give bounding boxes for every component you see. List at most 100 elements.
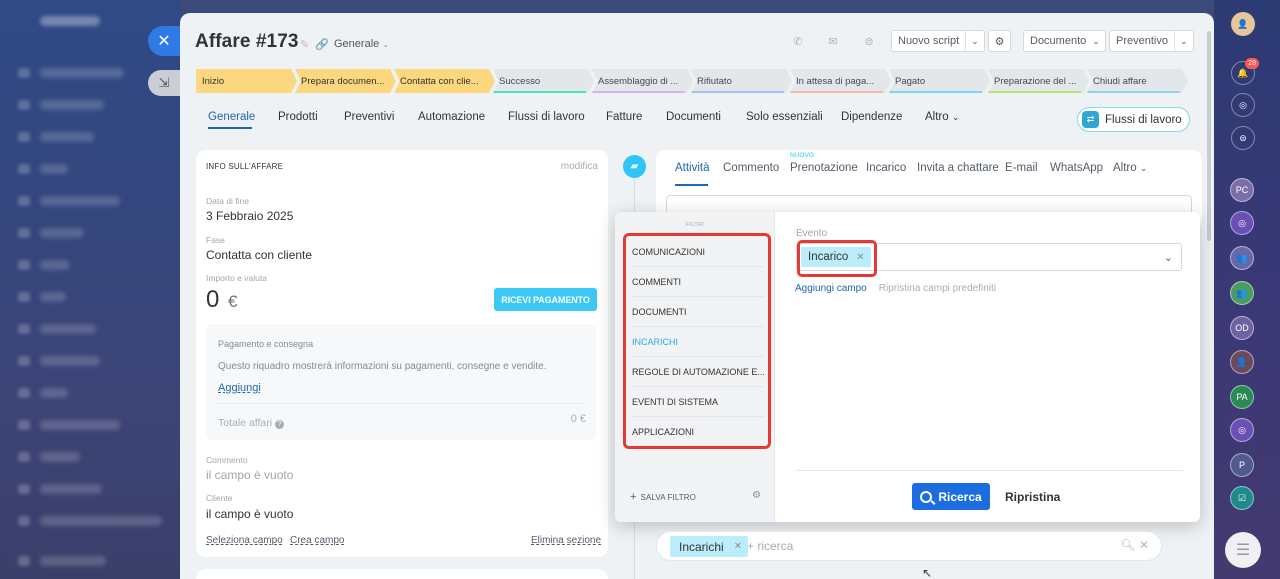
stage-7[interactable]: In attesa di paga... bbox=[790, 69, 891, 93]
pencil-icon[interactable]: ✎ bbox=[300, 38, 309, 51]
stage-label: Assemblaggio di ... bbox=[598, 75, 679, 87]
openline-icon[interactable]: ◎ bbox=[1230, 211, 1254, 235]
add-link[interactable]: Aggiungi bbox=[218, 382, 261, 394]
blurred-item bbox=[40, 164, 68, 174]
tab-commento[interactable]: Commento bbox=[723, 162, 779, 174]
client-value[interactable]: il campo è vuoto bbox=[206, 507, 293, 521]
user-avatar[interactable]: 👤 bbox=[1231, 12, 1255, 36]
create-field-link[interactable]: Crea campo bbox=[290, 535, 344, 546]
receive-payment-button[interactable]: RICEVI PAGAMENTO bbox=[494, 288, 597, 311]
filter-title: FILTRI bbox=[685, 222, 705, 228]
search-icon[interactable]: 🔍︎ ✕ bbox=[1120, 538, 1149, 552]
chevron-down-icon: ⌄ bbox=[1163, 252, 1173, 264]
reset-button[interactable]: Ripristina bbox=[1005, 490, 1060, 504]
new-script-button[interactable]: Nuovo script ⌄ bbox=[891, 30, 985, 52]
stage-2[interactable]: Prepara documen... bbox=[295, 69, 396, 93]
help-icon[interactable]: ? bbox=[275, 420, 285, 429]
stage-4[interactable]: Successo bbox=[493, 69, 594, 93]
blurred-icon bbox=[18, 100, 30, 110]
end-date-value[interactable]: 3 Febbraio 2025 bbox=[206, 209, 293, 223]
chat-search-icon[interactable]: ⊜ bbox=[1231, 126, 1255, 150]
select-field-link[interactable]: Seleziona campo bbox=[206, 535, 283, 546]
tab-prenotazione[interactable]: Prenotazione bbox=[790, 162, 858, 174]
link-icon[interactable]: 🔗 bbox=[315, 38, 329, 51]
contact-avatar[interactable]: P bbox=[1230, 453, 1254, 477]
close-slider-button[interactable]: ✕ bbox=[148, 26, 180, 56]
phone-icon[interactable]: ✆ bbox=[787, 31, 809, 51]
stage-8[interactable]: Pagato bbox=[889, 69, 990, 93]
task-icon[interactable]: ☑ bbox=[1230, 486, 1254, 510]
scrollbar[interactable] bbox=[1207, 31, 1211, 241]
stage-value[interactable]: Contatta con cliente bbox=[206, 248, 312, 262]
save-filter-button[interactable]: + SALVA FILTRO bbox=[630, 491, 696, 503]
restore-fields-link[interactable]: Ripristina campi predefiniti bbox=[879, 283, 996, 294]
blurred-item bbox=[40, 196, 120, 206]
tab-flussi[interactable]: Flussi di lavoro bbox=[508, 111, 585, 123]
menu-icon[interactable]: ☰ bbox=[1225, 532, 1261, 568]
right-toolbar: 👤 🔔 28 ◎ ⊜ PC ◎ 👥 👥 OD 👤 PA ◎ P ☑ ☰ bbox=[1214, 0, 1280, 579]
tab-fatture[interactable]: Fatture bbox=[606, 111, 642, 123]
group-icon[interactable]: 👥 bbox=[1230, 246, 1254, 270]
filter-tag: Incarichi ✕ bbox=[670, 536, 749, 557]
stage-10[interactable]: Chiudi affare bbox=[1087, 69, 1188, 93]
tab-attivita[interactable]: Attività bbox=[675, 162, 710, 174]
tab-prodotti[interactable]: Prodotti bbox=[278, 111, 318, 123]
contact-avatar[interactable]: PA bbox=[1230, 385, 1254, 409]
close-icon: ✕ bbox=[157, 33, 171, 50]
settings-button[interactable]: ⚙ bbox=[988, 30, 1011, 52]
tab-whatsapp[interactable]: WhatsApp bbox=[1050, 162, 1103, 174]
stage-5[interactable]: Assemblaggio di ... bbox=[592, 69, 693, 93]
bell-icon[interactable]: 🔔 28 bbox=[1231, 58, 1259, 85]
quote-button[interactable]: Preventivo ⌄ bbox=[1109, 30, 1194, 52]
tab-altro[interactable]: Altro ⌄ bbox=[925, 111, 959, 123]
blurred-item bbox=[40, 292, 66, 302]
document-button[interactable]: Documento ⌄ bbox=[1023, 30, 1106, 52]
edit-link[interactable]: modifica bbox=[561, 161, 598, 172]
amount-value[interactable]: 0 € bbox=[206, 286, 238, 314]
minimize-slider-button[interactable]: ⇲ bbox=[148, 70, 180, 96]
mail-icon[interactable]: ✉ bbox=[822, 31, 844, 51]
tab-documenti[interactable]: Documenti bbox=[666, 111, 721, 123]
remove-tag-icon[interactable]: ✕ bbox=[734, 541, 742, 552]
stage-label: Rifiutato bbox=[697, 75, 732, 87]
tab-email[interactable]: E-mail bbox=[1005, 162, 1038, 174]
blurred-icon bbox=[18, 484, 30, 494]
tab-active-indicator bbox=[208, 127, 252, 129]
tab-generale[interactable]: Generale bbox=[208, 111, 255, 123]
stage-6[interactable]: Rifiutato bbox=[691, 69, 792, 93]
pulse-icon[interactable]: ◎ bbox=[1231, 93, 1255, 117]
contact-photo-avatar[interactable]: 👤 bbox=[1230, 350, 1254, 374]
category-selector[interactable]: Generale ⌄ bbox=[334, 38, 389, 50]
add-field-link[interactable]: Aggiungi campo bbox=[795, 283, 867, 294]
stage-1[interactable]: Inizio bbox=[196, 69, 297, 93]
blurred-icon bbox=[18, 260, 30, 270]
tab-essenziali[interactable]: Solo essenziali bbox=[746, 111, 823, 123]
tab-dipendenze[interactable]: Dipendenze bbox=[841, 111, 902, 123]
contact-avatar[interactable]: OD bbox=[1230, 316, 1254, 340]
contact-avatar[interactable]: PC bbox=[1230, 178, 1254, 202]
search-button[interactable]: Ricerca bbox=[912, 483, 990, 510]
field-links: Aggiungi campo Ripristina campi predefini… bbox=[795, 283, 996, 294]
blurred-icon bbox=[18, 228, 30, 238]
highlight-box bbox=[797, 240, 877, 277]
blurred-item bbox=[40, 388, 68, 398]
search-placeholder[interactable]: + ricerca bbox=[747, 539, 793, 553]
tab-preventivi[interactable]: Preventivi bbox=[344, 111, 395, 123]
blurred-item bbox=[40, 452, 80, 462]
tab-altro-activity[interactable]: Altro ⌄ bbox=[1113, 162, 1147, 174]
tab-automazione[interactable]: Automazione bbox=[418, 111, 485, 123]
delete-section-link[interactable]: Elimina sezione bbox=[531, 535, 601, 546]
comment-value[interactable]: il campo è vuoto bbox=[206, 468, 293, 482]
stage-9[interactable]: Preparazione del ... bbox=[988, 69, 1089, 93]
tab-incarico[interactable]: Incarico bbox=[866, 162, 906, 174]
blurred-icon bbox=[18, 132, 30, 142]
chat-icon[interactable]: ⊜ bbox=[858, 31, 880, 51]
openline-icon[interactable]: ◎ bbox=[1230, 418, 1254, 442]
group-icon[interactable]: 👥 bbox=[1230, 281, 1254, 305]
stage-label: Preparazione del ... bbox=[994, 75, 1077, 87]
gear-icon[interactable]: ⚙ bbox=[752, 490, 761, 501]
stage-3[interactable]: Contatta con clie... bbox=[394, 69, 495, 93]
workflows-button[interactable]: ⇄ Flussi di lavoro bbox=[1077, 107, 1190, 132]
tab-invita-chat[interactable]: Invita a chattare bbox=[917, 162, 999, 174]
timeline-search-bar[interactable]: Incarichi ✕ + ricerca 🔍︎ ✕ bbox=[656, 531, 1162, 561]
